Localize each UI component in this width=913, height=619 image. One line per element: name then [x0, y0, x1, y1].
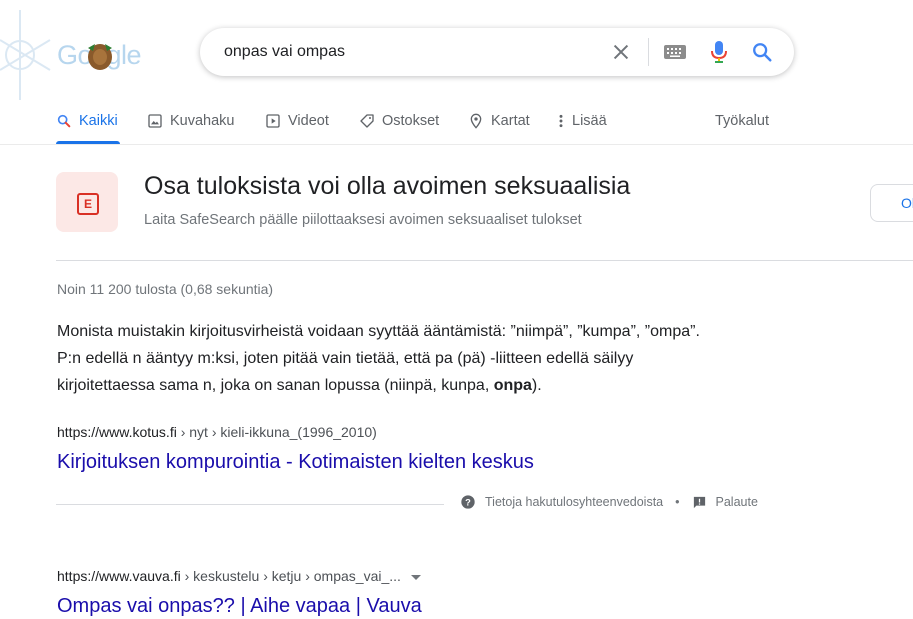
more-vert-icon — [559, 114, 563, 128]
tab-images[interactable]: Kuvahaku — [147, 111, 235, 131]
snippet-divider — [56, 504, 444, 505]
result-url: https://www.kotus.fi › nyt › kieli-ikkun… — [57, 424, 377, 440]
tab-label: Videot — [288, 113, 329, 129]
tag-icon — [360, 114, 374, 128]
tools-button[interactable]: Työkalut — [715, 111, 769, 131]
result-url: https://www.vauva.fi › keskustelu › ketj… — [57, 568, 421, 584]
header-divider — [0, 144, 913, 145]
feedback-icon[interactable] — [692, 495, 707, 510]
safesearch-toggle-button[interactable]: Ol — [870, 184, 913, 222]
microphone-icon[interactable] — [710, 40, 728, 64]
result-path: › nyt › kieli-ikkuna_(1996_2010) — [176, 424, 377, 440]
result-stats: Noin 11 200 tulosta (0,68 sekuntia) — [57, 281, 274, 297]
snippet-feedback-row: ? Tietoja hakutulosyhteenvedoista • Pala… — [460, 494, 758, 510]
help-icon[interactable]: ? — [460, 494, 476, 510]
result-path: › keskustelu › ketju › ompas_vai_... — [180, 568, 401, 584]
map-pin-icon — [470, 113, 482, 129]
feedback-link[interactable]: Palaute — [716, 495, 758, 509]
tab-label: Lisää — [572, 113, 607, 129]
google-doodle-logo[interactable]: Google — [57, 38, 149, 72]
snippet-text: ). — [531, 377, 542, 394]
snippet-line: Monista muistakin kirjoitusvirheistä voi… — [57, 323, 700, 340]
search-icon — [57, 114, 71, 128]
result-menu-arrow-icon[interactable] — [410, 574, 421, 580]
separator-dot: • — [675, 495, 680, 509]
tab-label: Kartat — [491, 113, 530, 129]
snippet-text: kirjoitettaessa sama n, joka on sanan lo… — [57, 377, 494, 394]
keyboard-icon[interactable] — [663, 43, 687, 61]
tab-maps[interactable]: Kartat — [468, 111, 530, 131]
pinecone-icon — [88, 44, 112, 70]
about-snippets-link[interactable]: Tietoja hakutulosyhteenvedoista — [485, 495, 663, 509]
tab-label: Kaikki — [79, 113, 118, 129]
tab-all[interactable]: Kaikki — [56, 111, 118, 131]
search-divider — [648, 38, 649, 66]
snippet-line: P:n edellä n ääntyy m:ksi, joten pitää v… — [57, 350, 634, 367]
safesearch-button-label: Ol — [901, 195, 913, 211]
doodle-snowflake-decoration — [0, 10, 51, 100]
result-title-link[interactable]: Kirjoituksen kompurointia - Kotimaisten … — [57, 449, 534, 475]
safesearch-badge: E — [56, 172, 118, 232]
search-input[interactable]: onpas vai ompas — [224, 28, 345, 76]
video-icon — [266, 114, 280, 128]
safesearch-subtitle: Laita SafeSearch päälle piilottaaksesi a… — [144, 212, 582, 228]
tab-shopping[interactable]: Ostokset — [359, 111, 439, 131]
search-box[interactable]: onpas vai ompas — [200, 28, 794, 76]
safesearch-divider — [56, 260, 913, 261]
search-icon[interactable] — [751, 41, 773, 63]
tab-label: Ostokset — [382, 113, 440, 129]
svg-text:?: ? — [465, 497, 471, 507]
explicit-icon: E — [77, 193, 99, 215]
tab-videos[interactable]: Videot — [265, 111, 329, 131]
tab-label: Kuvahaku — [170, 113, 235, 129]
image-icon — [148, 114, 162, 128]
snippet-highlight: onpa — [493, 377, 532, 394]
result-host: https://www.vauva.fi — [57, 568, 181, 584]
tab-more[interactable]: Lisää — [557, 111, 607, 131]
result-host: https://www.kotus.fi — [57, 424, 177, 440]
clear-icon[interactable] — [610, 41, 632, 63]
safesearch-title: Osa tuloksista voi olla avoimen seksuaal… — [144, 172, 631, 200]
featured-snippet-text: Monista muistakin kirjoitusvirheistä voi… — [57, 318, 797, 399]
result-title-link[interactable]: Ompas vai onpas?? | Aihe vapaa | Vauva — [57, 593, 422, 619]
snippet-line: kirjoitettaessa sama n, joka on sanan lo… — [57, 372, 797, 399]
